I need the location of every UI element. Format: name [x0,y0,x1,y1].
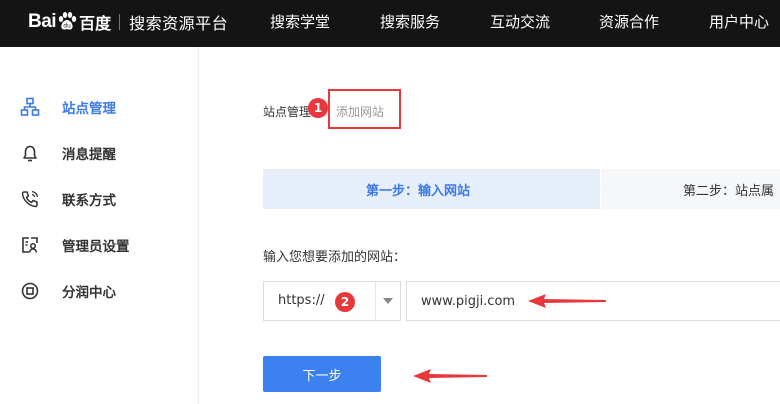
step-1-label: 第一步：输入网站 [366,184,471,199]
sidebar-item-contact[interactable]: 联系方式 [20,187,116,211]
logo-bai-text: Bai [28,11,57,32]
sitemap-icon [20,97,40,116]
select-divider [375,282,376,320]
sidebar-item-label: 联系方式 [62,193,116,209]
step-progress: 第一步：输入网站 第二步：站点属 [263,169,780,209]
logo-divider [119,14,121,30]
annotation-arrow-button [413,369,487,383]
step-2-label: 第二步：站点属 [683,184,775,199]
sidebar-item-label: 站点管理 [62,101,116,117]
sidebar-item-site-management[interactable]: 站点管理 [20,95,116,119]
website-prompt-label: 输入您想要添加的网站： [263,250,407,265]
annotation-highlight-box [328,89,401,129]
nav-search-academy[interactable]: 搜索学堂 [270,0,330,47]
baidu-logo[interactable]: Bai du 百度 搜索资源平台 [28,8,228,36]
main-content: 站点管理 添加网站 1 第一步：输入网站 第二步：站点属 输入您想要添加的网站：… [200,47,780,404]
step-arrow-shape [583,169,601,209]
admin-card-icon [22,237,38,253]
annotation-arrow-input [528,294,606,308]
coin-icon [21,282,39,300]
logo-subtitle: 搜索资源平台 [129,14,229,33]
sidebar-item-label: 消息提醒 [62,147,116,163]
bell-icon [23,145,37,162]
phone-icon [21,190,39,208]
chevron-down-icon[interactable] [383,298,393,304]
next-step-button[interactable]: 下一步 [263,356,381,392]
sidebar-item-label: 管理员设置 [62,239,130,255]
logo-du-text: 百度 [79,14,112,33]
annotation-badge-2: 2 [335,292,355,312]
nav-user-center[interactable]: 用户中心 [709,0,769,47]
nav-search-service[interactable]: 搜索服务 [380,0,440,47]
breadcrumb-parent[interactable]: 站点管理 [263,103,311,120]
sidebar-item-messages[interactable]: 消息提醒 [20,141,116,165]
svg-text:du: du [63,23,71,30]
protocol-select[interactable]: https:// [263,281,401,321]
protocol-select-value: https:// [278,293,325,308]
nav-resource-cooperation[interactable]: 资源合作 [599,0,659,47]
nav-interaction[interactable]: 互动交流 [490,0,550,47]
sidebar-item-admin-settings[interactable]: 管理员设置 [20,233,130,257]
sidebar: 站点管理 消息提醒 联系方式 管理员设置 分润中心 [0,47,199,404]
sidebar-item-profit-center[interactable]: 分润中心 [20,279,116,303]
paw-logo-icon: du [58,12,77,30]
top-header: Bai du 百度 搜索资源平台 搜索学堂 搜索服务 互动交流 资源合作 用户中… [0,0,780,47]
sidebar-item-label: 分润中心 [62,285,116,301]
annotation-badge-1: 1 [308,98,328,118]
